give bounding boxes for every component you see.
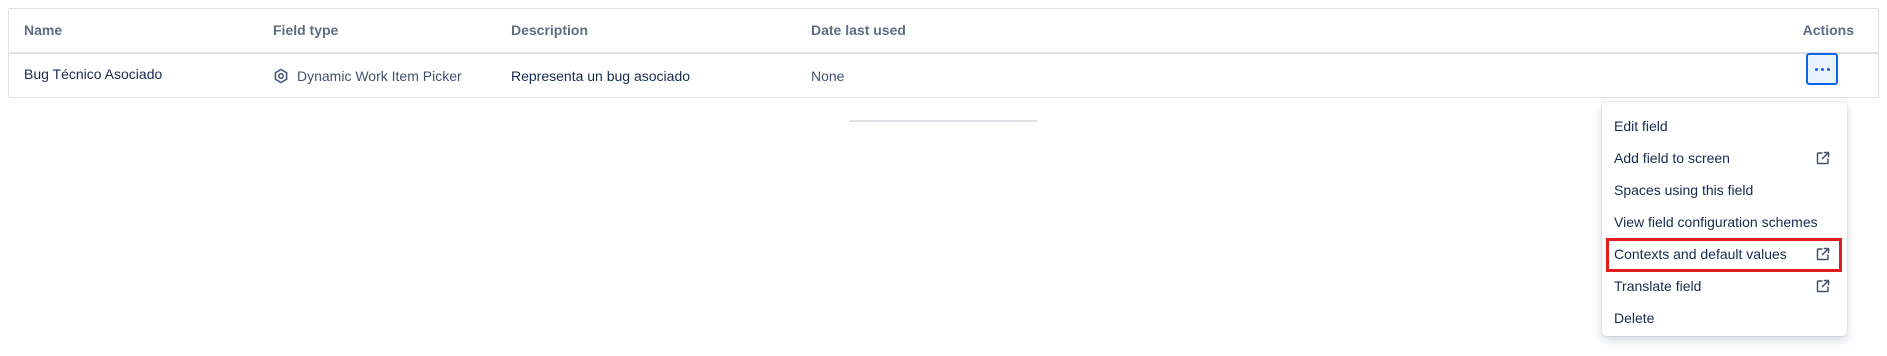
field-type-cell: Dynamic Work Item Picker <box>273 54 462 98</box>
menu-item-delete[interactable]: Delete <box>1602 302 1847 334</box>
field-name: Bug Técnico Asociado <box>24 66 163 82</box>
column-header-description: Description <box>511 22 589 38</box>
external-link-icon <box>1816 247 1830 261</box>
menu-item-add-field-to-screen[interactable]: Add field to screen <box>1602 142 1847 174</box>
actions-dropdown-menu: Edit field Add field to screen Spaces us… <box>1602 102 1847 336</box>
menu-item-edit-field[interactable]: Edit field <box>1602 110 1847 142</box>
menu-item-label: Contexts and default values <box>1614 246 1787 262</box>
column-header-field-type[interactable]: Field type <box>273 9 338 52</box>
menu-item-contexts-and-default-values[interactable]: Contexts and default values <box>1602 238 1847 272</box>
menu-item-label: Delete <box>1614 310 1655 326</box>
external-link-icon <box>1816 279 1830 293</box>
more-actions-button[interactable] <box>1806 53 1838 85</box>
menu-item-label: View field configuration schemes <box>1614 214 1818 230</box>
menu-item-view-field-configuration-schemes[interactable]: View field configuration schemes <box>1602 206 1847 238</box>
external-link-icon <box>1816 151 1830 165</box>
menu-item-label: Add field to screen <box>1614 150 1730 166</box>
menu-item-label: Edit field <box>1614 118 1668 134</box>
pagination-divider <box>849 120 1037 122</box>
more-horizontal-icon <box>1814 67 1830 71</box>
table-header: Name Field type Description Date last us… <box>9 9 1878 54</box>
menu-item-spaces-using-field[interactable]: Spaces using this field <box>1602 174 1847 206</box>
custom-fields-table: Name Field type Description Date last us… <box>8 8 1879 98</box>
menu-item-label: Spaces using this field <box>1614 182 1754 198</box>
column-header-name[interactable]: Name <box>24 9 62 52</box>
table-row: Bug Técnico Asociado Dynamic Work Item P… <box>9 54 1878 98</box>
field-date-last-used: None <box>811 68 845 84</box>
column-header-actions: Actions <box>1802 22 1854 38</box>
column-header-date-last-used[interactable]: Date last used <box>811 9 906 52</box>
menu-item-translate-field[interactable]: Translate field <box>1602 270 1847 302</box>
field-description: Representa un bug asociado <box>511 68 691 84</box>
hexagon-icon <box>274 68 288 84</box>
field-type-label: Dynamic Work Item Picker <box>297 68 462 84</box>
menu-item-label: Translate field <box>1614 278 1702 294</box>
